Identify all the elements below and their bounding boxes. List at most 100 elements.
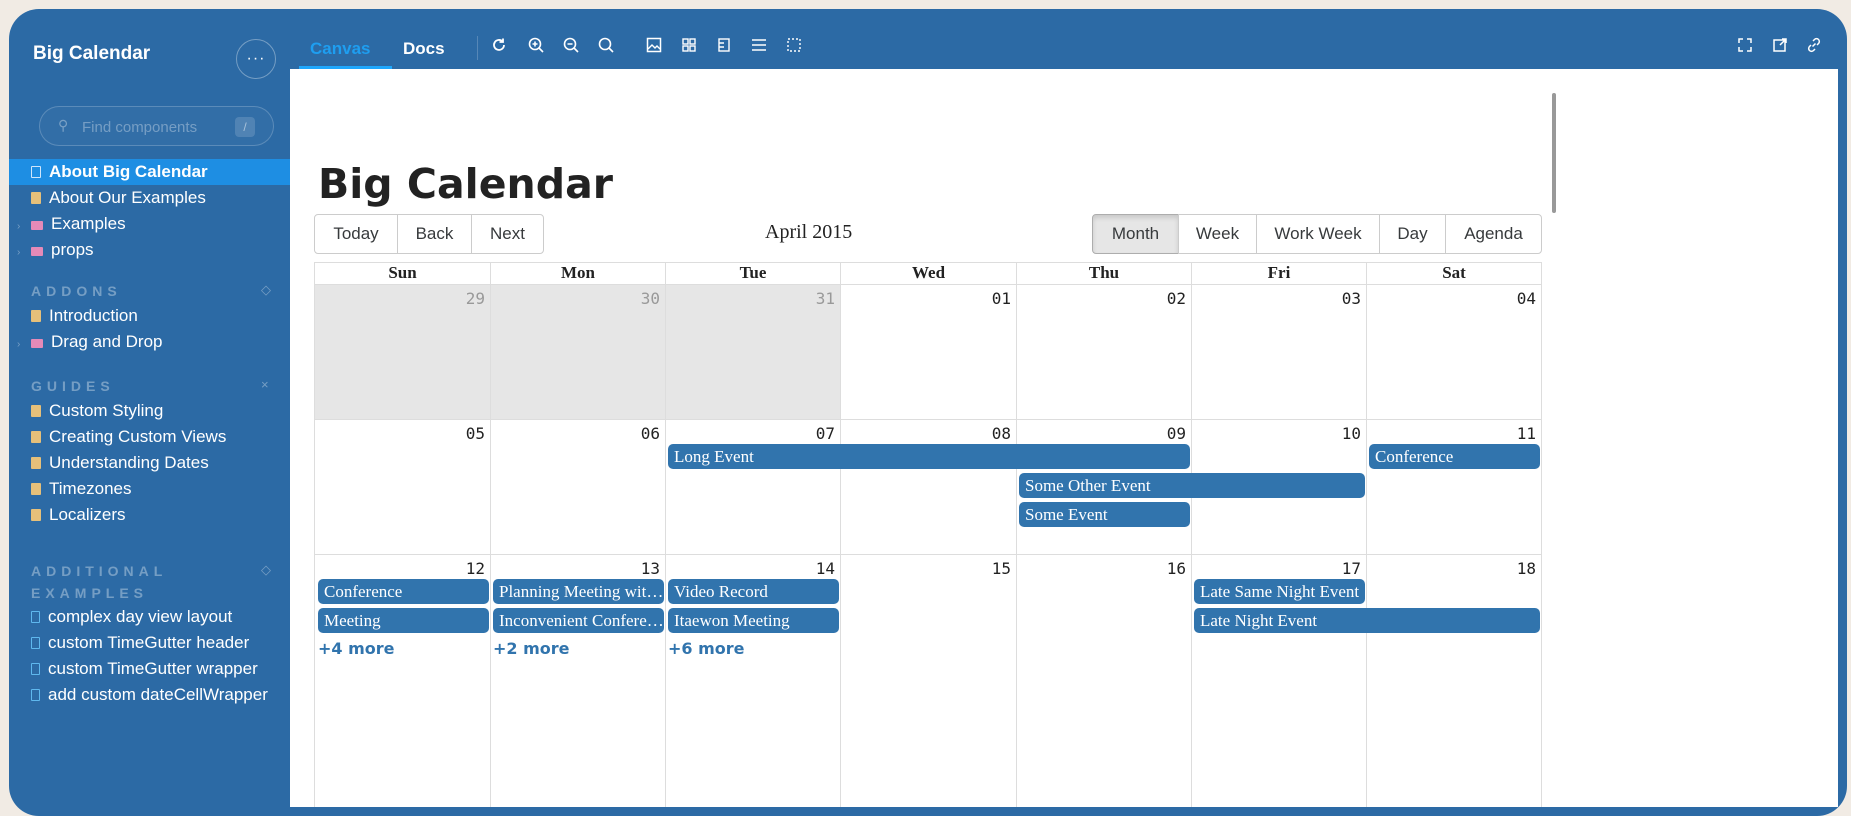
day-number-link[interactable]: 06 [490, 424, 665, 443]
view-button-group: Month Week Work Week Day Agenda [1092, 214, 1542, 254]
day-number-link[interactable]: 03 [1191, 289, 1366, 308]
component-icon [31, 611, 40, 623]
month-label: April 2015 [765, 221, 853, 243]
sidebar-item-add-custom-datecellwrapper[interactable]: add custom dateCellWrapper [9, 682, 290, 708]
calendar-event[interactable]: Conference [1369, 444, 1540, 469]
sidebar-item-timezones[interactable]: Timezones [9, 476, 290, 502]
outline-icon[interactable] [747, 36, 771, 60]
weekday-header-cell: Thu [1016, 263, 1191, 284]
reload-icon[interactable] [487, 36, 511, 60]
day-number-link[interactable]: 16 [1016, 559, 1191, 578]
viewport-icon[interactable] [782, 36, 806, 60]
document-icon [31, 192, 41, 204]
show-more-link[interactable]: +6 more [668, 639, 745, 658]
collapse-group-icon[interactable]: × [261, 377, 269, 392]
sidebar-item-introduction[interactable]: Introduction [9, 303, 290, 329]
calendar-event[interactable]: Inconvenient Conference Call [493, 608, 664, 633]
day-number-link[interactable]: 18 [1366, 559, 1541, 578]
day-view-button[interactable]: Day [1379, 214, 1446, 254]
week-view-button[interactable]: Week [1178, 214, 1257, 254]
next-button[interactable]: Next [471, 214, 544, 254]
zoom-out-icon[interactable] [559, 36, 583, 60]
sidebar-item-about-our-examples[interactable]: About Our Examples [9, 185, 290, 211]
sidebar-group-addons[interactable]: ADDONS [31, 280, 251, 302]
tab-canvas[interactable]: Canvas [310, 39, 370, 59]
calendar-event[interactable]: Some Event [1019, 502, 1190, 527]
sidebar-item-examples[interactable]: › Examples [9, 211, 290, 237]
day-cell[interactable] [1366, 555, 1541, 807]
copy-link-icon[interactable] [1802, 36, 1826, 60]
document-icon [31, 509, 41, 521]
day-number-link[interactable]: 02 [1016, 289, 1191, 308]
nav-button-group: Today Back Next [314, 214, 544, 254]
day-number-link[interactable]: 14 [665, 559, 840, 578]
agenda-view-button[interactable]: Agenda [1445, 214, 1542, 254]
day-number-link[interactable]: 30 [490, 289, 665, 308]
more-menu-button[interactable]: ··· [236, 39, 276, 79]
calendar-event[interactable]: Planning Meeting with Paige [493, 579, 664, 604]
calendar-event[interactable]: Video Record [668, 579, 839, 604]
calendar-event[interactable]: Late Night Event [1194, 608, 1540, 633]
sidebar-item-about-big-calendar[interactable]: About Big Calendar [9, 159, 290, 185]
open-new-tab-icon[interactable] [1768, 36, 1792, 60]
calendar-event[interactable]: Meeting [318, 608, 489, 633]
day-cell[interactable] [840, 555, 1016, 807]
document-icon [31, 310, 41, 322]
expand-collapse-icon[interactable]: ◇ [261, 282, 271, 298]
today-button[interactable]: Today [314, 214, 398, 254]
tab-docs[interactable]: Docs [403, 39, 445, 59]
fullscreen-icon[interactable] [1733, 36, 1757, 60]
day-cell[interactable] [1016, 555, 1191, 807]
folder-icon [31, 221, 43, 230]
sidebar-group-additional-examples[interactable]: ADDITIONAL EXAMPLES [31, 560, 201, 604]
month-view-button[interactable]: Month [1092, 214, 1179, 254]
folder-icon [31, 247, 43, 256]
show-more-link[interactable]: +2 more [493, 639, 570, 658]
sidebar-item-drag-and-drop[interactable]: › Drag and Drop [9, 329, 290, 355]
search-box[interactable]: ⚲ / [39, 106, 274, 146]
measure-icon[interactable] [712, 36, 736, 60]
day-number-link[interactable]: 12 [315, 559, 490, 578]
expand-collapse-icon[interactable]: ◇ [261, 562, 271, 578]
sidebar-item-label: Introduction [49, 306, 138, 325]
day-number-link[interactable]: 15 [840, 559, 1016, 578]
calendar-event[interactable]: Itaewon Meeting [668, 608, 839, 633]
back-button[interactable]: Back [397, 214, 472, 254]
scrollbar-thumb[interactable] [1552, 93, 1556, 213]
zoom-reset-icon[interactable] [594, 36, 618, 60]
day-number-link[interactable]: 17 [1191, 559, 1366, 578]
day-number-link[interactable]: 04 [1366, 289, 1541, 308]
sidebar: Big Calendar ··· ⚲ / About Big Calendar A… [9, 9, 290, 816]
day-number-link[interactable]: 29 [315, 289, 490, 308]
sidebar-item-label: custom TimeGutter wrapper [48, 659, 258, 678]
zoom-in-icon[interactable] [524, 36, 548, 60]
sidebar-item-creating-custom-views[interactable]: Creating Custom Views [9, 424, 290, 450]
day-number-link[interactable]: 13 [490, 559, 665, 578]
day-number-link[interactable]: 09 [1016, 424, 1191, 443]
calendar-event[interactable]: Some Other Event [1019, 473, 1365, 498]
day-number-link[interactable]: 01 [840, 289, 1016, 308]
sidebar-item-custom-timegutter-wrapper[interactable]: custom TimeGutter wrapper [9, 656, 290, 682]
calendar-event[interactable]: Late Same Night Event [1194, 579, 1365, 604]
day-number-link[interactable]: 05 [315, 424, 490, 443]
day-number-link[interactable]: 07 [665, 424, 840, 443]
day-number-link[interactable]: 11 [1366, 424, 1541, 443]
sidebar-item-complex-day-view-layout[interactable]: complex day view layout [9, 604, 290, 630]
sidebar-item-localizers[interactable]: Localizers [9, 502, 290, 528]
sidebar-group-guides[interactable]: GUIDES [31, 375, 251, 397]
weekday-header: Sun Mon Tue Wed Thu Fri Sat [315, 263, 1541, 285]
day-number-link[interactable]: 10 [1191, 424, 1366, 443]
day-number-link[interactable]: 08 [840, 424, 1016, 443]
sidebar-item-props[interactable]: › props [9, 237, 290, 263]
sidebar-item-understanding-dates[interactable]: Understanding Dates [9, 450, 290, 476]
background-icon[interactable] [642, 36, 666, 60]
sidebar-item-custom-styling[interactable]: Custom Styling [9, 398, 290, 424]
sidebar-item-custom-timegutter-header[interactable]: custom TimeGutter header [9, 630, 290, 656]
search-input[interactable] [80, 115, 234, 139]
calendar-event[interactable]: Long Event [668, 444, 1190, 469]
day-number-link[interactable]: 31 [665, 289, 840, 308]
work-week-view-button[interactable]: Work Week [1256, 214, 1380, 254]
show-more-link[interactable]: +4 more [318, 639, 395, 658]
grid-icon[interactable] [677, 36, 701, 60]
calendar-event[interactable]: Conference [318, 579, 489, 604]
